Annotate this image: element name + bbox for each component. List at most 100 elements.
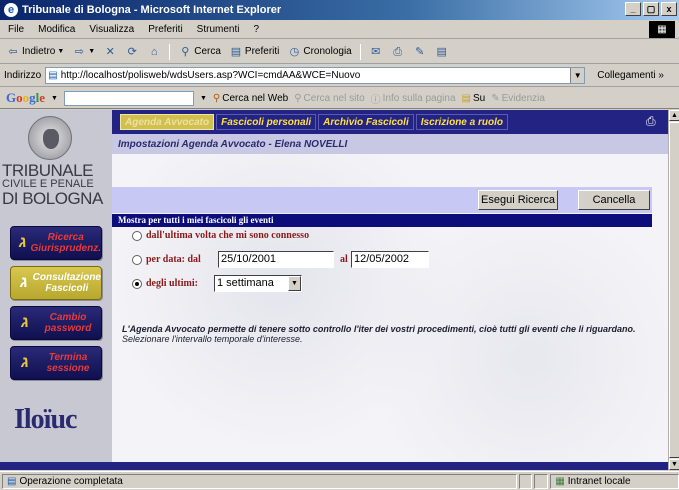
- republic-emblem-icon: [28, 116, 72, 160]
- page-info-button[interactable]: ⓘ Info sulla pagina: [371, 91, 456, 106]
- chevron-down-icon[interactable]: ▼: [200, 95, 207, 102]
- nav-pointer-icon: ג: [18, 234, 27, 251]
- nav-pointer-icon: ג: [21, 354, 29, 371]
- info-line2: Selezionare l'intervallo temporale d'int…: [122, 334, 303, 344]
- refresh-icon[interactable]: ⟳: [125, 45, 139, 59]
- address-label: Indirizzo: [4, 70, 42, 81]
- forward-arrow-icon: ⇨: [74, 45, 84, 58]
- address-url: http://localhost/polisweb/wdsUsers.asp?W…: [60, 70, 361, 81]
- sidebar-item-label: Ricerca Giurisprudenz.: [30, 232, 101, 254]
- discuss-icon[interactable]: ▤: [435, 45, 449, 59]
- search-site-button[interactable]: ⚲ Cerca nel sito: [294, 93, 364, 104]
- search-web-button[interactable]: ⚲ Cerca nel Web: [213, 93, 288, 104]
- search-icon: ⚲: [181, 45, 190, 58]
- page-icon: ▤: [48, 70, 58, 81]
- close-button[interactable]: x: [661, 2, 677, 16]
- top-tabs: Agenda Avvocato Fascicoli personali Arch…: [112, 110, 668, 134]
- tab-archivio-fascicoli[interactable]: Archivio Fascicoli: [318, 114, 414, 130]
- brand-line1: TRIBUNALE: [2, 161, 93, 180]
- chevron-down-icon[interactable]: ▼: [51, 95, 58, 102]
- date-to-input[interactable]: 12/05/2002: [351, 251, 429, 268]
- back-button[interactable]: ⇦ Indietro ▼: [6, 45, 64, 59]
- sidebar-item-consultazione[interactable]: ג Consultazione Fascicoli: [10, 266, 102, 300]
- home-icon[interactable]: ⌂: [147, 45, 161, 59]
- status-text: Operazione completata: [19, 475, 123, 487]
- google-logo[interactable]: Google: [6, 90, 45, 106]
- favorites-icon: ▤: [230, 45, 242, 58]
- mail-icon[interactable]: ✉: [369, 45, 383, 59]
- toolbar-separator: [359, 43, 361, 60]
- address-dropdown-icon[interactable]: ▼: [570, 68, 585, 83]
- brand-line3: DI BOLOGNA: [2, 189, 103, 208]
- toolbar-separator: [169, 43, 171, 60]
- print-icon[interactable]: ⎙: [646, 114, 660, 128]
- section-header: Mostra per tutti i miei fascicoli gli ev…: [112, 214, 652, 227]
- sidebar-item-termina-sessione[interactable]: ג Termina sessione: [10, 346, 102, 380]
- highlight-button[interactable]: ✎ Evidenzia: [491, 93, 545, 104]
- favorites-button[interactable]: ▤ Preferiti: [229, 45, 280, 59]
- security-zone: ▦ Intranet locale: [550, 473, 679, 489]
- since-last-label: dall'ultima volta che mi sono connesso: [146, 230, 310, 241]
- scroll-down-icon[interactable]: ▼: [669, 459, 679, 470]
- links-button[interactable]: Collegamenti »: [597, 70, 664, 81]
- cancel-button[interactable]: Cancella: [578, 190, 650, 210]
- scroll-up-icon[interactable]: ▲: [669, 110, 679, 121]
- sidebar: TRIBUNALE CIVILE E PENALE DI BOLOGNA ג R…: [0, 110, 112, 470]
- search-button[interactable]: ⚲ Cerca: [178, 45, 221, 59]
- period-select-value: 1 settimana: [217, 277, 274, 289]
- last-label: degli ultimi:: [146, 278, 198, 289]
- menu-visualizza[interactable]: Visualizza: [89, 24, 134, 35]
- window-controls: _ ▢ x: [625, 2, 677, 16]
- option-since-last: dall'ultima volta che mi sono connesso: [132, 230, 309, 241]
- menu-file[interactable]: File: [8, 24, 24, 35]
- page-done-icon: ▤: [7, 475, 17, 487]
- zone-text: Intranet locale: [567, 475, 631, 487]
- history-icon: ◷: [289, 45, 300, 58]
- highlighter-icon: ✎: [491, 92, 500, 104]
- menu-bar: File Modifica Visualizza Preferiti Strum…: [0, 20, 679, 39]
- status-cell: [518, 473, 533, 489]
- vertical-scrollbar[interactable]: ▲ ▼: [668, 110, 679, 470]
- tab-agenda-avvocato[interactable]: Agenda Avvocato: [120, 114, 215, 130]
- status-cell: [534, 473, 549, 489]
- history-button[interactable]: ◷ Cronologia: [287, 45, 352, 59]
- stop-icon[interactable]: ✕: [103, 45, 117, 59]
- sidebar-item-cambio-password[interactable]: ג Cambio password: [10, 306, 102, 340]
- google-search-input[interactable]: [63, 90, 194, 106]
- period-select[interactable]: 1 settimana ▼: [214, 275, 302, 292]
- maximize-button[interactable]: ▢: [643, 2, 659, 16]
- court-brand: TRIBUNALE CIVILE E PENALE DI BOLOGNA: [2, 162, 112, 207]
- last-radio[interactable]: [132, 278, 142, 289]
- address-input[interactable]: ▤ http://localhost/polisweb/wdsUsers.asp…: [45, 67, 586, 84]
- forward-button[interactable]: ⇨ ▼: [72, 45, 96, 59]
- up-button[interactable]: ▤ Su: [462, 93, 486, 104]
- tab-iscrizione-ruolo[interactable]: Iscrizione a ruolo: [415, 114, 508, 130]
- binoculars-icon: ⚲: [212, 92, 221, 104]
- sidebar-item-label: Termina sessione: [46, 352, 90, 374]
- page-content: TRIBUNALE CIVILE E PENALE DI BOLOGNA ג R…: [0, 110, 668, 470]
- chevron-down-icon[interactable]: ▼: [288, 276, 301, 291]
- execute-search-button[interactable]: Esegui Ricerca: [478, 190, 558, 210]
- info-text: L'Agenda Avvocato permette di tenere sot…: [122, 324, 652, 344]
- print-icon[interactable]: ⎙: [391, 45, 405, 59]
- status-main: ▤ Operazione completata: [2, 473, 517, 489]
- menu-modifica[interactable]: Modifica: [38, 24, 75, 35]
- by-date-radio[interactable]: [132, 254, 142, 265]
- menu-help[interactable]: ?: [253, 24, 259, 35]
- back-arrow-icon: ⇦: [8, 45, 18, 58]
- date-from-input[interactable]: 25/10/2001: [218, 251, 334, 268]
- action-row: [112, 187, 652, 213]
- tab-fascicoli-personali[interactable]: Fascicoli personali: [216, 114, 317, 130]
- scroll-thumb[interactable]: [669, 122, 679, 458]
- sidebar-item-ricerca[interactable]: ג Ricerca Giurisprudenz.: [10, 226, 102, 260]
- window-titlebar: e Tribunale di Bologna - Microsoft Inter…: [0, 0, 679, 20]
- menu-strumenti[interactable]: Strumenti: [197, 24, 240, 35]
- menu-preferiti[interactable]: Preferiti: [148, 24, 182, 35]
- date-to-label: al: [340, 254, 348, 265]
- minimize-button[interactable]: _: [625, 2, 641, 16]
- option-last: degli ultimi:: [132, 278, 198, 289]
- sidebar-item-label: Cambio password: [44, 312, 92, 334]
- since-last-radio[interactable]: [132, 230, 142, 241]
- edit-icon[interactable]: ✎: [413, 45, 427, 59]
- windows-logo-icon: ▦: [649, 21, 675, 38]
